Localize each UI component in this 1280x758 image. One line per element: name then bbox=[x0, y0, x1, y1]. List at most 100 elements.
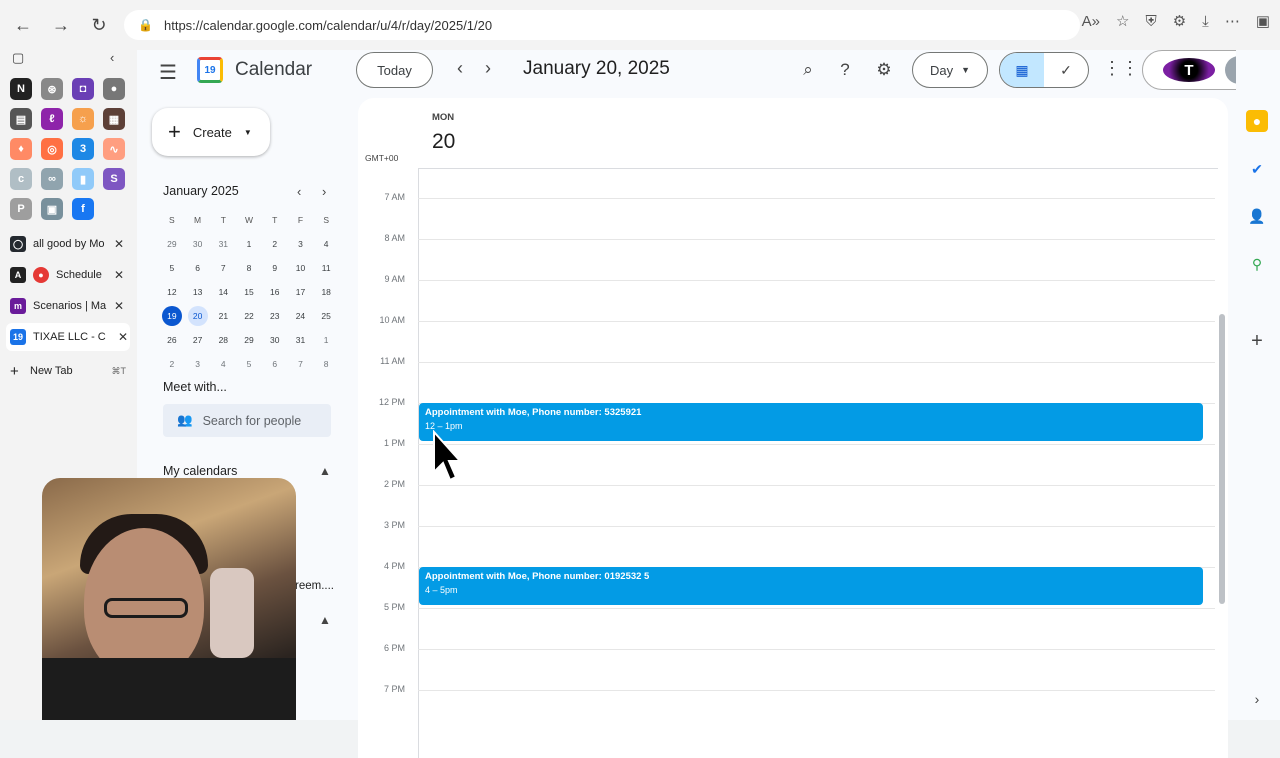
calendar-list-item[interactable]: reem.... bbox=[295, 580, 334, 592]
settings-app-icon[interactable]: ● bbox=[103, 78, 125, 100]
s-icon[interactable]: S bbox=[103, 168, 125, 190]
p-icon[interactable]: P bbox=[10, 198, 32, 220]
calendar-view-icon[interactable]: ▦ bbox=[1000, 53, 1044, 87]
main-menu-icon[interactable]: ☰ bbox=[159, 60, 177, 85]
close-icon[interactable]: ✕ bbox=[114, 268, 126, 282]
mini-day[interactable]: 27 bbox=[185, 335, 211, 345]
event-block[interactable]: Appointment with Moe, Phone number: 5325… bbox=[419, 403, 1203, 441]
chevron-up-icon[interactable]: ▲ bbox=[319, 464, 331, 478]
hour-gridline[interactable] bbox=[418, 280, 1215, 281]
mini-day[interactable]: 19 bbox=[162, 306, 182, 326]
view-selector[interactable]: Day ▼ bbox=[912, 52, 988, 88]
mini-day[interactable]: 12 bbox=[159, 287, 185, 297]
mini-day[interactable]: 22 bbox=[236, 311, 262, 321]
number-three-icon[interactable]: 3 bbox=[72, 138, 94, 160]
tasks-icon[interactable]: ✔ bbox=[1246, 158, 1268, 180]
mini-day[interactable]: 26 bbox=[159, 335, 185, 345]
calendar-logo-icon[interactable]: 19 bbox=[197, 57, 223, 83]
mini-day[interactable]: 15 bbox=[236, 287, 262, 297]
tab-item[interactable]: m Scenarios | Ma ✕ bbox=[10, 292, 126, 320]
mini-day[interactable]: 1 bbox=[236, 239, 262, 249]
mini-day[interactable]: 2 bbox=[159, 359, 185, 369]
c-icon[interactable]: c bbox=[10, 168, 32, 190]
mini-day[interactable]: 18 bbox=[313, 287, 339, 297]
add-addon-icon[interactable]: + bbox=[1246, 330, 1268, 352]
sidebar-toggle-icon[interactable]: ▣ bbox=[1256, 12, 1270, 30]
mini-day[interactable]: 11 bbox=[313, 263, 339, 273]
tab-item-active[interactable]: 19 TIXAE LLC - C ✕ bbox=[6, 323, 130, 351]
today-button[interactable]: Today bbox=[356, 52, 433, 88]
image-icon[interactable]: ▣ bbox=[41, 198, 63, 220]
gear-icon[interactable]: ⚙ bbox=[872, 58, 896, 82]
chevron-right-icon[interactable]: › bbox=[485, 58, 491, 79]
scrollbar[interactable] bbox=[1219, 314, 1225, 604]
hour-gridline[interactable] bbox=[418, 362, 1215, 363]
mini-day[interactable]: 4 bbox=[313, 239, 339, 249]
tab-actions-icon[interactable]: ▢ bbox=[12, 50, 24, 66]
hour-gridline[interactable] bbox=[418, 608, 1215, 609]
mini-day[interactable]: 24 bbox=[288, 311, 314, 321]
layers-icon[interactable]: ▮ bbox=[72, 168, 94, 190]
drop-icon[interactable]: ♦ bbox=[10, 138, 32, 160]
mini-day[interactable]: 7 bbox=[288, 359, 314, 369]
app-icon[interactable]: ◘ bbox=[72, 78, 94, 100]
event-block[interactable]: Appointment with Moe, Phone number: 0192… bbox=[419, 567, 1203, 605]
docs-icon[interactable]: ▤ bbox=[10, 108, 32, 130]
mini-day[interactable]: 28 bbox=[210, 335, 236, 345]
tasks-view-icon[interactable]: ✓ bbox=[1044, 53, 1088, 87]
hour-gridline[interactable] bbox=[418, 485, 1215, 486]
mini-day[interactable]: 30 bbox=[262, 335, 288, 345]
close-icon[interactable]: ✕ bbox=[114, 237, 126, 251]
mini-day[interactable]: 14 bbox=[210, 287, 236, 297]
mini-day[interactable]: 30 bbox=[185, 239, 211, 249]
chevron-left-icon[interactable]: ‹ bbox=[457, 58, 463, 79]
hour-gridline[interactable] bbox=[418, 198, 1215, 199]
mini-day[interactable]: 8 bbox=[313, 359, 339, 369]
mini-day[interactable]: 6 bbox=[185, 263, 211, 273]
hour-gridline[interactable] bbox=[418, 526, 1215, 527]
read-aloud-icon[interactable]: A» bbox=[1082, 13, 1100, 30]
mini-day[interactable]: 31 bbox=[210, 239, 236, 249]
extensions-icon[interactable]: ⚙ bbox=[1173, 12, 1186, 30]
tab-item[interactable]: ◯ all good by Mo ✕ bbox=[10, 230, 126, 258]
mini-day[interactable]: 20 bbox=[187, 306, 208, 326]
mini-day[interactable]: 10 bbox=[288, 263, 314, 273]
close-icon[interactable]: ✕ bbox=[118, 330, 130, 344]
day-number[interactable]: 20 bbox=[432, 130, 455, 154]
mini-day[interactable]: 2 bbox=[262, 239, 288, 249]
feather-icon[interactable]: ℓ bbox=[41, 108, 63, 130]
mini-day[interactable]: 5 bbox=[159, 263, 185, 273]
mini-day[interactable]: 21 bbox=[211, 311, 237, 321]
collapse-tabs-icon[interactable]: ‹ bbox=[110, 50, 114, 65]
mini-day[interactable]: 17 bbox=[288, 287, 314, 297]
mini-day[interactable]: 9 bbox=[262, 263, 288, 273]
favorite-star-icon[interactable]: ☆ bbox=[1116, 12, 1129, 30]
mini-day[interactable]: 5 bbox=[236, 359, 262, 369]
help-icon[interactable]: ? bbox=[833, 58, 857, 82]
mini-day[interactable]: 23 bbox=[262, 311, 288, 321]
chevron-right-icon[interactable]: › bbox=[1246, 688, 1268, 710]
mini-day[interactable]: 7 bbox=[210, 263, 236, 273]
hour-gridline[interactable] bbox=[418, 690, 1215, 691]
hour-gridline[interactable] bbox=[418, 649, 1215, 650]
mini-day[interactable]: 6 bbox=[262, 359, 288, 369]
chevron-left-icon[interactable]: ‹ bbox=[297, 184, 301, 199]
hour-gridline[interactable] bbox=[418, 321, 1215, 322]
search-icon[interactable]: ⌕ bbox=[796, 58, 820, 82]
mini-day[interactable]: 29 bbox=[159, 239, 185, 249]
reload-icon[interactable]: ↻ bbox=[86, 12, 112, 38]
mini-day[interactable]: 8 bbox=[236, 263, 262, 273]
chevron-up-icon[interactable]: ▲ bbox=[319, 613, 331, 627]
chevron-right-icon[interactable]: › bbox=[322, 184, 326, 199]
mini-day[interactable]: 3 bbox=[185, 359, 211, 369]
tab-item[interactable]: A ● Schedule ✕ bbox=[10, 261, 126, 289]
mini-day[interactable]: 29 bbox=[236, 335, 262, 345]
mini-day[interactable]: 25 bbox=[313, 311, 339, 321]
new-tab-button[interactable]: + New Tab ⌘T bbox=[10, 357, 126, 385]
openai-icon[interactable]: ⊛ bbox=[41, 78, 63, 100]
photo-icon[interactable]: ▦ bbox=[103, 108, 125, 130]
shield-icon[interactable]: ⛨ bbox=[1145, 13, 1156, 30]
hour-gridline[interactable] bbox=[418, 444, 1215, 445]
downloads-icon[interactable]: ⤓ bbox=[1202, 13, 1209, 30]
mini-day[interactable]: 4 bbox=[210, 359, 236, 369]
